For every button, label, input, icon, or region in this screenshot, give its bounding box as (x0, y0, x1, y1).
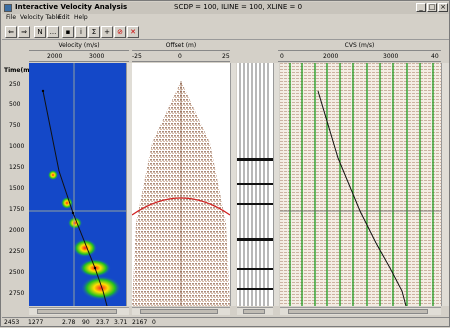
pick-point[interactable] (71, 211, 75, 215)
semblance-blob (81, 276, 121, 300)
offset-header: Offset (m) (132, 41, 230, 51)
cvs-header: CVS (m/s) (278, 41, 441, 51)
app-icon (4, 4, 12, 12)
time-tick: 2000 (9, 227, 25, 234)
velocity-header: Velocity (m/s) (29, 41, 129, 51)
n-label: N (37, 28, 43, 36)
semblance-panel[interactable] (29, 63, 129, 306)
stack-panel[interactable] (237, 63, 273, 306)
menu-velocity-table[interactable]: Velocity Table (20, 14, 61, 21)
time-tick: 1250 (9, 164, 25, 171)
plus-button[interactable]: + (101, 26, 113, 38)
semblance-blob (48, 170, 58, 180)
velocity-tick: 2000 (47, 53, 63, 60)
n-button[interactable]: N (34, 26, 46, 38)
semblance-hscroll[interactable] (29, 307, 129, 315)
status-bar: 2453 1277 2.78 90 23.7 3.71 2167 0 (2, 317, 449, 327)
menu-edit[interactable]: Edit (58, 14, 70, 21)
pick-point[interactable] (41, 89, 45, 93)
gather-panel[interactable] (132, 63, 230, 306)
gather-plot (132, 63, 230, 306)
semblance-bg (29, 63, 129, 306)
sigma-button[interactable]: Σ (88, 26, 100, 38)
time-tick: 1500 (9, 185, 25, 192)
time-tick: 2500 (9, 269, 25, 276)
cvs-tick: 0 (280, 53, 284, 60)
stop-icon[interactable]: ⊘ (114, 26, 126, 38)
stack-scrollbar[interactable] (273, 63, 279, 306)
menu-file[interactable]: File (6, 14, 16, 21)
time-tick: 750 (9, 122, 21, 129)
close-window-icon[interactable]: × (438, 3, 448, 12)
cvs-tick: 40 (431, 53, 439, 60)
save-icon[interactable]: ▪ (62, 26, 74, 38)
cvs-plot (280, 63, 441, 306)
time-tick: 250 (9, 81, 21, 88)
cvs-panel[interactable] (280, 63, 441, 306)
time-tick: 1750 (9, 206, 25, 213)
cvs-ticks: 0 2000 3000 40 (278, 52, 441, 62)
stack-hscroll[interactable] (237, 307, 273, 315)
back-icon[interactable]: ⇐ (5, 26, 17, 38)
gather-scrollbar[interactable] (230, 63, 236, 306)
velocity-tick: 3000 (89, 53, 105, 60)
maximize-icon[interactable]: □ (427, 3, 437, 12)
time-axis: Time(ms) 250 500 750 1000 1250 1500 1750… (3, 63, 36, 306)
title-bar: Interactive Velocity Analysis SCDP = 100… (2, 2, 449, 14)
gather-hscroll[interactable] (132, 307, 230, 315)
close-icon[interactable]: ✕ (127, 26, 139, 38)
minimize-icon[interactable]: _ (416, 3, 426, 12)
dots-label: ... (49, 28, 57, 36)
cvs-hscroll[interactable] (280, 307, 441, 315)
velocity-ticks: 2000 3000 (29, 52, 129, 62)
toolbar: ⇐ ⇒ N ... ▪ i Σ + ⊘ ✕ (2, 24, 449, 40)
window-title: Interactive Velocity Analysis (15, 3, 128, 11)
pick-point[interactable] (93, 266, 97, 270)
window-status-title: SCDP = 100, ILINE = 100, XLINE = 0 (174, 3, 303, 11)
sigma-label: Σ (91, 28, 97, 36)
time-tick: 2250 (9, 248, 25, 255)
cvs-tick: 3000 (383, 53, 399, 60)
offset-tick: 0 (178, 53, 182, 60)
time-tick: 500 (9, 101, 21, 108)
stack-plot (237, 63, 273, 306)
plus-label: + (104, 28, 110, 36)
menu-help[interactable]: Help (74, 14, 88, 21)
offset-tick: 25 (222, 53, 230, 60)
offset-tick: -25 (132, 53, 142, 60)
forward-icon[interactable]: ⇒ (18, 26, 30, 38)
semblance-plot (29, 63, 129, 306)
info-icon[interactable]: i (75, 26, 87, 38)
main-window: Interactive Velocity Analysis SCDP = 100… (0, 0, 450, 327)
time-tick: 1000 (9, 143, 25, 150)
cvs-scrollbar[interactable] (441, 63, 449, 306)
menu-bar: File Velocity Table Edit Help (2, 14, 449, 23)
dots-button[interactable]: ... (47, 26, 59, 38)
time-tick: 2750 (9, 290, 25, 297)
cvs-tick: 2000 (323, 53, 339, 60)
offset-ticks: -25 0 25 (132, 52, 230, 62)
